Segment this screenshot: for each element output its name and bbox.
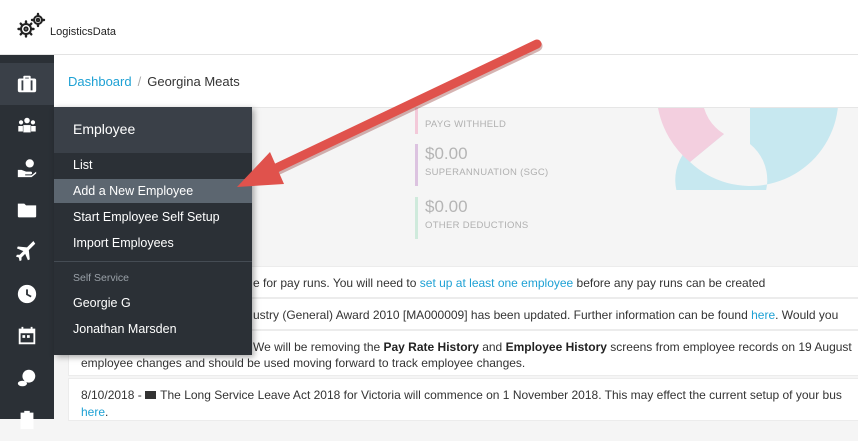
annotation-arrow <box>237 39 543 187</box>
